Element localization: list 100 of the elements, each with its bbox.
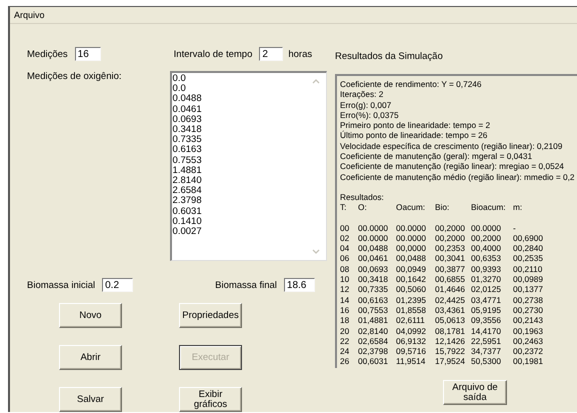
- table-cell-text: 00,2463: [513, 336, 544, 346]
- action-button[interactable]: Propriedades: [179, 303, 242, 328]
- action-button[interactable]: Abrir: [59, 345, 122, 370]
- result-line: Primeiro ponto de linearidade: tempo = 2: [340, 120, 492, 130]
- field-label: Medições de oxigênio:: [27, 71, 122, 84]
- table-cell-text: 00,4000: [471, 243, 502, 254]
- table-title: Resultados:: [340, 192, 385, 202]
- field-label: Intervalo de tempo: [174, 48, 252, 60]
- table-cell-text: 00,2000: [435, 222, 466, 233]
- action-button[interactable]: Novo: [59, 303, 122, 328]
- table-cell-text: 02,8140: [358, 326, 389, 336]
- list-item[interactable]: 2.8140: [172, 176, 310, 186]
- input-field[interactable]: 18.6: [284, 278, 315, 292]
- table-cell-text: 00,2372: [513, 346, 544, 356]
- column-header: O:: [358, 202, 368, 213]
- table-cell-text: 02: [340, 232, 350, 244]
- table-cell-text: 00,1963: [513, 326, 544, 336]
- list-item[interactable]: 0.0: [172, 84, 310, 94]
- list-item[interactable]: 0.0488: [172, 94, 310, 105]
- table-cell-text: 00,3877: [435, 264, 466, 274]
- field-label: Medições: [27, 48, 68, 60]
- action-button[interactable]: Salvar: [59, 387, 122, 412]
- table-cell-text: -: [513, 222, 517, 233]
- column-header: m:: [513, 202, 524, 213]
- field-label: Biomassa final: [215, 280, 277, 290]
- table-cell-text: 00,2730: [513, 304, 544, 316]
- table-cell-text: 34,7377: [471, 346, 502, 356]
- list-item[interactable]: 0.7553: [172, 156, 310, 166]
- list-item[interactable]: 0.6163: [172, 145, 310, 156]
- table-cell-text: 00,6353: [471, 253, 502, 264]
- table-cell-text: 00,6855: [435, 274, 466, 284]
- section-title: Resultados da Simulação: [335, 50, 443, 62]
- table-cell-text: 17,9524: [435, 356, 466, 367]
- result-line: Coeficiente de manutenção (geral): mgeral = 0,0431: [340, 151, 534, 162]
- table-cell-text: 08,1781: [435, 326, 466, 336]
- list-item[interactable]: 2.3798: [172, 196, 310, 207]
- list-item[interactable]: 0.0693: [172, 114, 310, 126]
- table-cell-text: 09,5716: [396, 346, 427, 356]
- action-button[interactable]: Arquivo de saída: [443, 380, 507, 405]
- list-item[interactable]: 0.1410: [172, 216, 310, 228]
- table-cell-text: 05,9195: [471, 304, 502, 316]
- table-cell-text: 01,2395: [396, 294, 427, 305]
- table-cell-text: 00,9393: [471, 264, 502, 274]
- table-cell-text: 00,6031: [358, 356, 389, 367]
- list-box[interactable]: 0.0 0.0 0.0488 0.0461 0.0693 0.3418 0.7335 0.6163 0.7553 1.4881 2.8140 2.6584 2.3798 0.6031 0.1410 0.0027: [170, 71, 327, 261]
- list-item[interactable]: 0.0027: [172, 227, 310, 238]
- result-line: Coeficiente de manutenção médio (região linear): mmedio = 0,2: [340, 172, 576, 182]
- input-field[interactable]: 16: [74, 47, 101, 61]
- table-cell-text: 18: [340, 315, 350, 326]
- table-cell-text: 00,0461: [358, 253, 389, 264]
- table-cell-text: 00,3418: [358, 274, 389, 284]
- table-cell-text: 06,9132: [396, 336, 427, 346]
- table-cell-text: 20: [340, 326, 350, 336]
- column-header: Bio:: [435, 202, 450, 213]
- table-cell-text: 02,4425: [435, 294, 466, 305]
- table-cell-text: 50,5300: [471, 356, 502, 367]
- table-cell-text: 00,5060: [396, 284, 427, 295]
- column-header: Oacum:: [396, 202, 426, 213]
- table-cell-text: 00,0949: [396, 264, 427, 274]
- table-cell-text: 02,0125: [471, 284, 502, 295]
- table-cell-text: 00,0000: [396, 243, 427, 254]
- table-cell-text: 00,2110: [513, 264, 544, 274]
- action-button[interactable]: Exibir gráficos: [179, 387, 242, 412]
- list-item[interactable]: 0.0: [172, 74, 310, 84]
- table-cell-text: 00: [340, 222, 350, 233]
- table-cell-text: 00,0488: [358, 243, 389, 254]
- result-line: Coeficiente de rendimento: Y = 0,7246: [340, 79, 483, 90]
- table-cell-text: 00,2000: [435, 232, 466, 244]
- table-cell-text: 12,1426: [435, 336, 466, 346]
- table-cell-text: 14: [340, 294, 350, 305]
- list-item[interactable]: 0.6031: [172, 206, 310, 217]
- result-line: Coeficiente de manutenção (região linear): mregiao = 0,0524: [340, 161, 565, 172]
- table-cell-text: 15,7922: [435, 346, 466, 356]
- column-header: T:: [340, 202, 348, 213]
- table-cell-text: 02,6111: [396, 315, 426, 326]
- input-field[interactable]: 0.2: [102, 278, 134, 292]
- table-cell-text: 00,1377: [513, 284, 544, 295]
- table-cell-text: 01,4646: [435, 284, 466, 295]
- table-cell-text: 00.0000: [358, 232, 389, 244]
- table-cell-text: 06: [340, 253, 350, 264]
- table-cell-text: 10: [340, 274, 350, 284]
- table-cell-text: 00,7335: [358, 284, 389, 295]
- list-item[interactable]: 0.7335: [172, 135, 310, 146]
- table-cell-text: 00,2535: [513, 253, 544, 264]
- scroll-up-icon[interactable]: [311, 77, 321, 85]
- table-cell-text: 00,2353: [435, 243, 466, 254]
- table-cell-text: 04: [340, 243, 350, 254]
- list-item[interactable]: 1.4881: [172, 166, 310, 176]
- table-cell-text: 16: [340, 304, 350, 316]
- field-label: Biomassa inicial: [27, 280, 96, 290]
- list-item[interactable]: 2.6584: [172, 186, 310, 196]
- menu-item[interactable]: Arquivo: [12, 10, 47, 20]
- list-item[interactable]: 0.3418: [172, 125, 310, 136]
- result-line: Iterações: 2: [340, 89, 384, 100]
- table-cell-text: 00,3041: [435, 253, 466, 264]
- table-cell-text: 01,8558: [396, 304, 427, 316]
- table-cell-text: 14,4170: [471, 326, 502, 336]
- input-field[interactable]: 2: [259, 47, 284, 61]
- scroll-down-icon[interactable]: [311, 248, 321, 256]
- list-item[interactable]: 0.0461: [172, 104, 310, 115]
